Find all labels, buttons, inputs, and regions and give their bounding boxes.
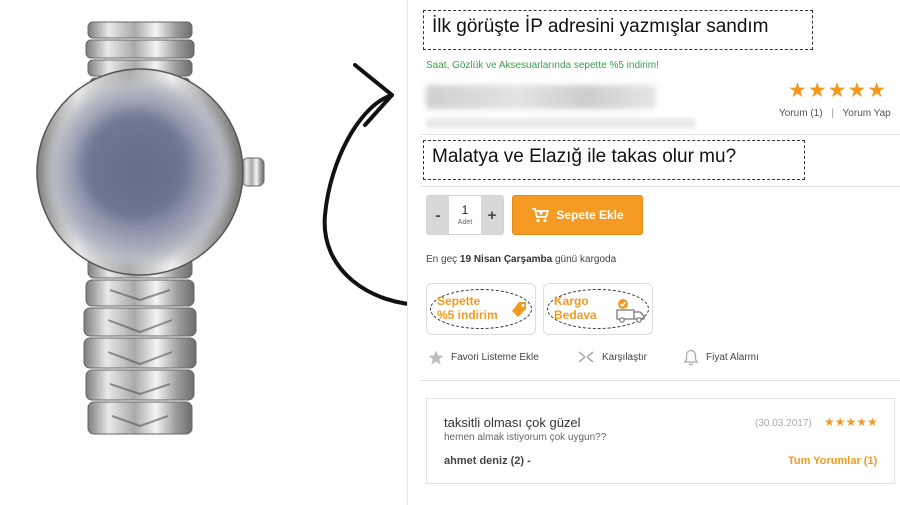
add-to-cart-button[interactable]: Sepete Ekle	[512, 195, 643, 235]
quantity-plus-button[interactable]: +	[481, 196, 503, 234]
quantity-value: 1	[461, 203, 469, 217]
divider	[420, 380, 900, 381]
annotation-ip-address: İlk görüşte İP adresini yazmışlar sandım	[423, 10, 813, 50]
delivery-suffix: günü kargoda	[554, 254, 617, 265]
compare-action[interactable]: Karşılaştır	[577, 348, 647, 366]
truck-icon	[616, 299, 645, 323]
review-links: Yorum (1) | Yorum Yap	[779, 108, 891, 119]
annotation-trade-question: Malatya ve Elazığ ile takas olur mu?	[423, 140, 805, 180]
review-title: taksitli olması çok güzel	[444, 415, 581, 430]
free-shipping-badge: Kargo Bedava	[543, 283, 653, 335]
review-date: (30.03.2017)	[755, 418, 812, 429]
blurred-price	[426, 85, 656, 109]
bell-icon	[683, 349, 699, 365]
price-alarm-label: Fiyat Alarmı	[706, 351, 759, 363]
quantity-stepper: - 1 Adet +	[426, 195, 504, 235]
cart-icon	[532, 208, 550, 223]
shipping-badge-line2: Bedava	[554, 307, 597, 322]
add-to-favorites-action[interactable]: Favori Listeme Ekle	[428, 348, 539, 366]
shipping-badge-text: Kargo Bedava	[554, 294, 597, 323]
discount-badge: Sepette %5 indirim	[426, 283, 536, 335]
divider	[420, 186, 900, 187]
price-alarm-action[interactable]: Fiyat Alarmı	[683, 348, 759, 366]
reviews-count-link[interactable]: Yorum (1)	[779, 108, 823, 119]
review-author[interactable]: ahmet deniz (2) -	[444, 455, 531, 467]
add-to-cart-label: Sepete Ekle	[556, 208, 624, 222]
rating-stars: ★★★★★	[788, 79, 888, 102]
star-icon	[428, 350, 444, 364]
review-separator: |	[831, 108, 834, 119]
watch-product-image	[36, 21, 265, 435]
shipping-badge-line1: Kargo	[554, 294, 589, 308]
delivery-info: En geç 19 Nisan Çarşamba günü kargoda	[426, 254, 616, 265]
delivery-date: 19 Nisan Çarşamba	[459, 254, 553, 265]
promo-text: Saat, Gözlük ve Aksesuarlarında sepette …	[426, 60, 659, 71]
review-stars: ★★★★★	[824, 415, 878, 429]
write-review-link[interactable]: Yorum Yap	[843, 108, 891, 119]
blurred-price-detail	[426, 118, 696, 128]
discount-badge-text: Sepette %5 indirim	[437, 294, 498, 323]
quantity-display[interactable]: 1 Adet	[449, 196, 481, 234]
delivery-prefix: En geç	[426, 254, 458, 265]
add-to-favorites-label: Favori Listeme Ekle	[451, 351, 539, 363]
divider	[420, 134, 900, 135]
price-tag-icon	[512, 302, 526, 317]
quantity-unit: Adet	[457, 219, 473, 226]
compare-label: Karşılaştır	[602, 351, 648, 363]
discount-badge-line1: Sepette	[437, 294, 481, 308]
compare-arrows-icon	[578, 351, 594, 363]
discount-badge-line2: %5 indirim	[437, 307, 498, 322]
all-reviews-link[interactable]: Tum Yorumlar (1)	[788, 455, 877, 467]
review-card: taksitli olması çok güzel (30.03.2017) ★…	[426, 398, 895, 484]
quantity-minus-button[interactable]: -	[427, 196, 449, 234]
review-body: hemen almak istiyorum çok uygun??	[444, 432, 607, 443]
